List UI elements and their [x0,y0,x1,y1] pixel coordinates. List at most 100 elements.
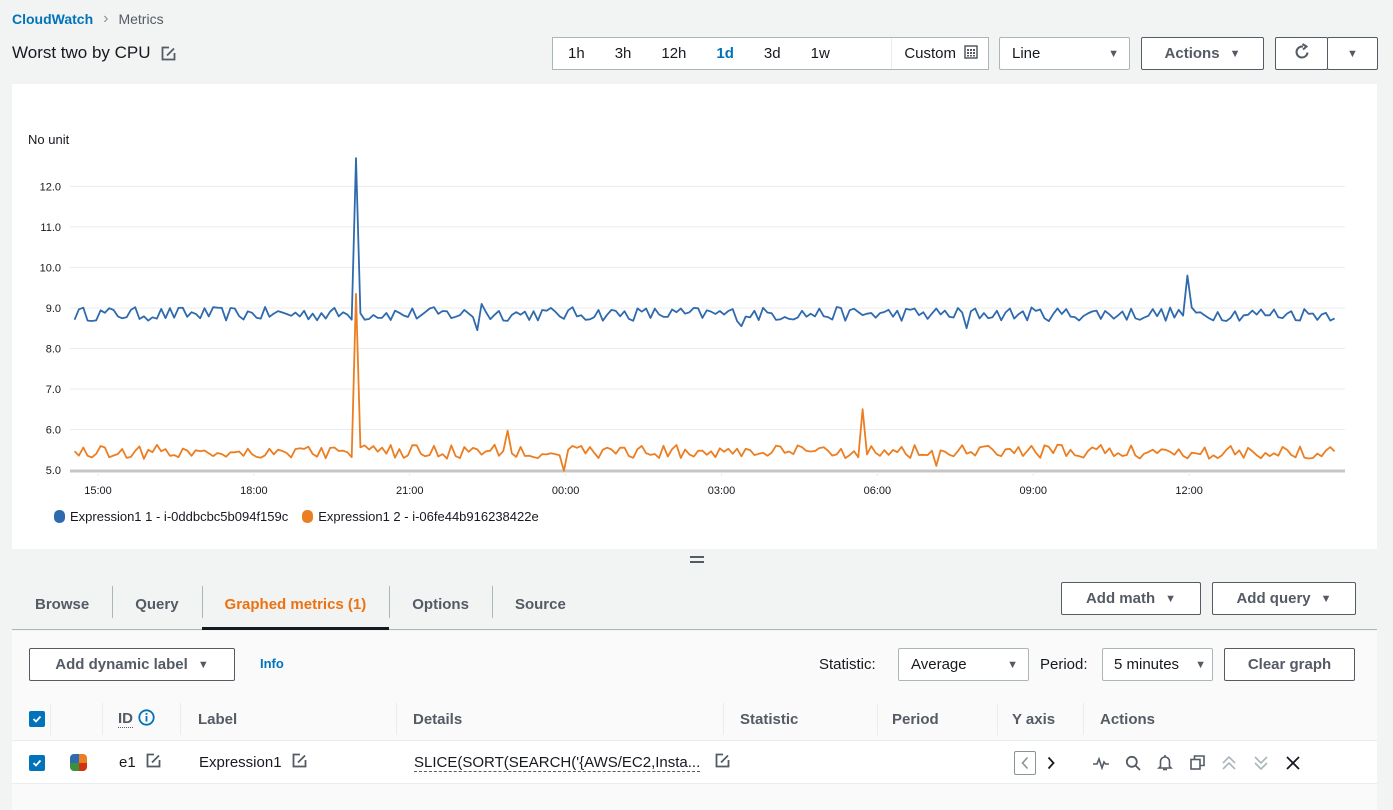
chart-panel: No unit 5.0 6.0 7.0 8.0 9.0 10.0 11.0 12.0 15:00… [12,84,1377,549]
time-range-1h[interactable]: 1h [553,38,600,69]
clear-graph-label: Clear graph [1247,656,1332,673]
tab-graphed-metrics[interactable]: Graphed metrics (1) [201,580,390,630]
chevron-right-icon: › [103,10,109,27]
y-tick-label: 9.0 [46,303,61,315]
period-label: Period: [1040,656,1088,673]
select-all-checkbox[interactable] [29,711,45,727]
breadcrumb-cloudwatch-link[interactable]: CloudWatch [12,11,93,27]
time-range-1d[interactable]: 1d [701,38,749,69]
period-select[interactable]: 5 minutes ▼ [1102,648,1213,681]
select-all-checkbox-cell [29,697,45,741]
time-range-1w[interactable]: 1w [796,38,845,69]
add-query-label: Add query [1236,590,1311,607]
add-query-button[interactable]: Add query ▼ [1212,582,1356,615]
line-chart[interactable]: 5.0 6.0 7.0 8.0 9.0 10.0 11.0 12.0 15:00 18:00 21:… [12,84,1377,504]
column-header-period: Period [892,710,939,728]
column-header-id: ID [118,697,155,741]
actions-button[interactable]: Actions ▼ [1141,37,1264,70]
time-range-custom[interactable]: Custom [891,38,988,69]
column-divider [102,703,103,735]
statistic-select[interactable]: Average ▼ [898,648,1029,681]
y-axis-left-button[interactable] [1014,750,1036,775]
info-icon[interactable] [138,708,155,730]
tab-options[interactable]: Options [389,580,492,629]
legend-item-series-2[interactable]: Expression1 2 - i-06fe44b916238422e [302,509,539,524]
caret-down-icon: ▼ [1007,658,1018,671]
tab-source[interactable]: Source [491,580,589,629]
metric-id: e1 [119,754,136,771]
column-divider [50,703,51,735]
y-tick-label: 11.0 [40,222,61,234]
caret-down-icon: ▼ [1229,47,1241,60]
edit-label-icon[interactable] [292,753,307,772]
row-checkbox-cell [29,741,45,784]
refresh-icon [1293,42,1311,65]
swatch-quadrant [78,754,87,763]
tab-browse[interactable]: Browse [12,580,112,629]
legend-label: Expression1 2 - i-06fe44b916238422e [318,509,539,524]
tab-query[interactable]: Query [112,580,201,629]
legend-item-series-1[interactable]: Expression1 1 - i-0ddbcbc5b094f159c [54,509,288,524]
caret-down-icon: ▼ [1347,47,1358,60]
y-tick-label: 5.0 [46,465,61,477]
statistic-value: Average [911,656,967,673]
series-line-1 [73,157,1336,332]
series-line-2 [73,292,1336,472]
caret-down-icon: ▼ [1165,592,1177,605]
refresh-options-button[interactable]: ▼ [1327,37,1378,70]
caret-down-icon: ▼ [1320,592,1332,605]
alarm-bell-icon[interactable] [1154,752,1176,774]
search-icon[interactable] [1122,752,1144,774]
y-axis-right-button[interactable] [1040,752,1062,774]
add-math-button[interactable]: Add math ▼ [1061,582,1201,615]
y-axis-cell [1014,741,1062,784]
refresh-button[interactable] [1275,37,1328,70]
x-tick-label: 15:00 [84,485,112,497]
x-tick-label: 03:00 [708,485,736,497]
time-range-3d[interactable]: 3d [749,38,796,69]
chart-type-value: Line [1012,45,1041,62]
metric-label: Expression1 [199,754,282,771]
move-down-icon[interactable] [1250,752,1272,774]
caret-down-icon: ▼ [1195,658,1206,671]
column-header-y-axis: Y axis [1012,710,1056,728]
x-tick-label: 18:00 [240,485,268,497]
close-icon[interactable] [1282,752,1304,774]
caret-down-icon: ▼ [1108,47,1119,60]
resize-handle-icon[interactable] [690,556,704,564]
swatch-quadrant [78,762,87,771]
y-tick-label: 6.0 [46,424,61,436]
column-divider [723,703,724,735]
statistic-label: Statistic: [819,656,876,673]
label-cell: Expression1 [199,741,307,784]
column-divider [1083,703,1084,735]
row-checkbox[interactable] [29,754,45,771]
series-color-swatch[interactable] [70,754,87,771]
x-tick-label: 09:00 [1019,485,1047,497]
swatch-quadrant [70,762,79,771]
chart-type-select[interactable]: Line ▼ [999,37,1130,70]
x-tick-label: 12:00 [1175,485,1203,497]
legend-label: Expression1 1 - i-0ddbcbc5b094f159c [70,509,289,524]
time-range-12h[interactable]: 12h [646,38,701,69]
edit-title-icon[interactable] [161,46,176,61]
actions-label: Actions [1164,45,1220,62]
edit-details-icon[interactable] [715,753,730,772]
metrics-table-header: ID Label Details Statistic Period Y axis… [12,697,1377,741]
column-divider [180,703,181,735]
y-tick-label: 10.0 [40,262,61,274]
clear-graph-button[interactable]: Clear graph [1224,648,1355,681]
column-divider [396,703,397,735]
time-range-3h[interactable]: 3h [600,38,647,69]
move-up-icon[interactable] [1218,752,1240,774]
edit-id-icon[interactable] [146,753,161,772]
color-swatch-cell [70,741,87,784]
column-divider [877,703,878,735]
add-dynamic-label-button[interactable]: Add dynamic label ▼ [29,648,235,681]
x-tick-label: 00:00 [552,485,580,497]
graph-metric-icon[interactable] [1090,752,1112,774]
metric-details-expression[interactable]: SLICE(SORT(SEARCH('{AWS/EC2,Insta... [414,754,701,772]
info-link[interactable]: Info [260,656,284,671]
table-row: e1 Expression1 SLICE(SORT(SEARCH('{AWS/E… [12,741,1377,784]
duplicate-icon[interactable] [1186,752,1208,774]
